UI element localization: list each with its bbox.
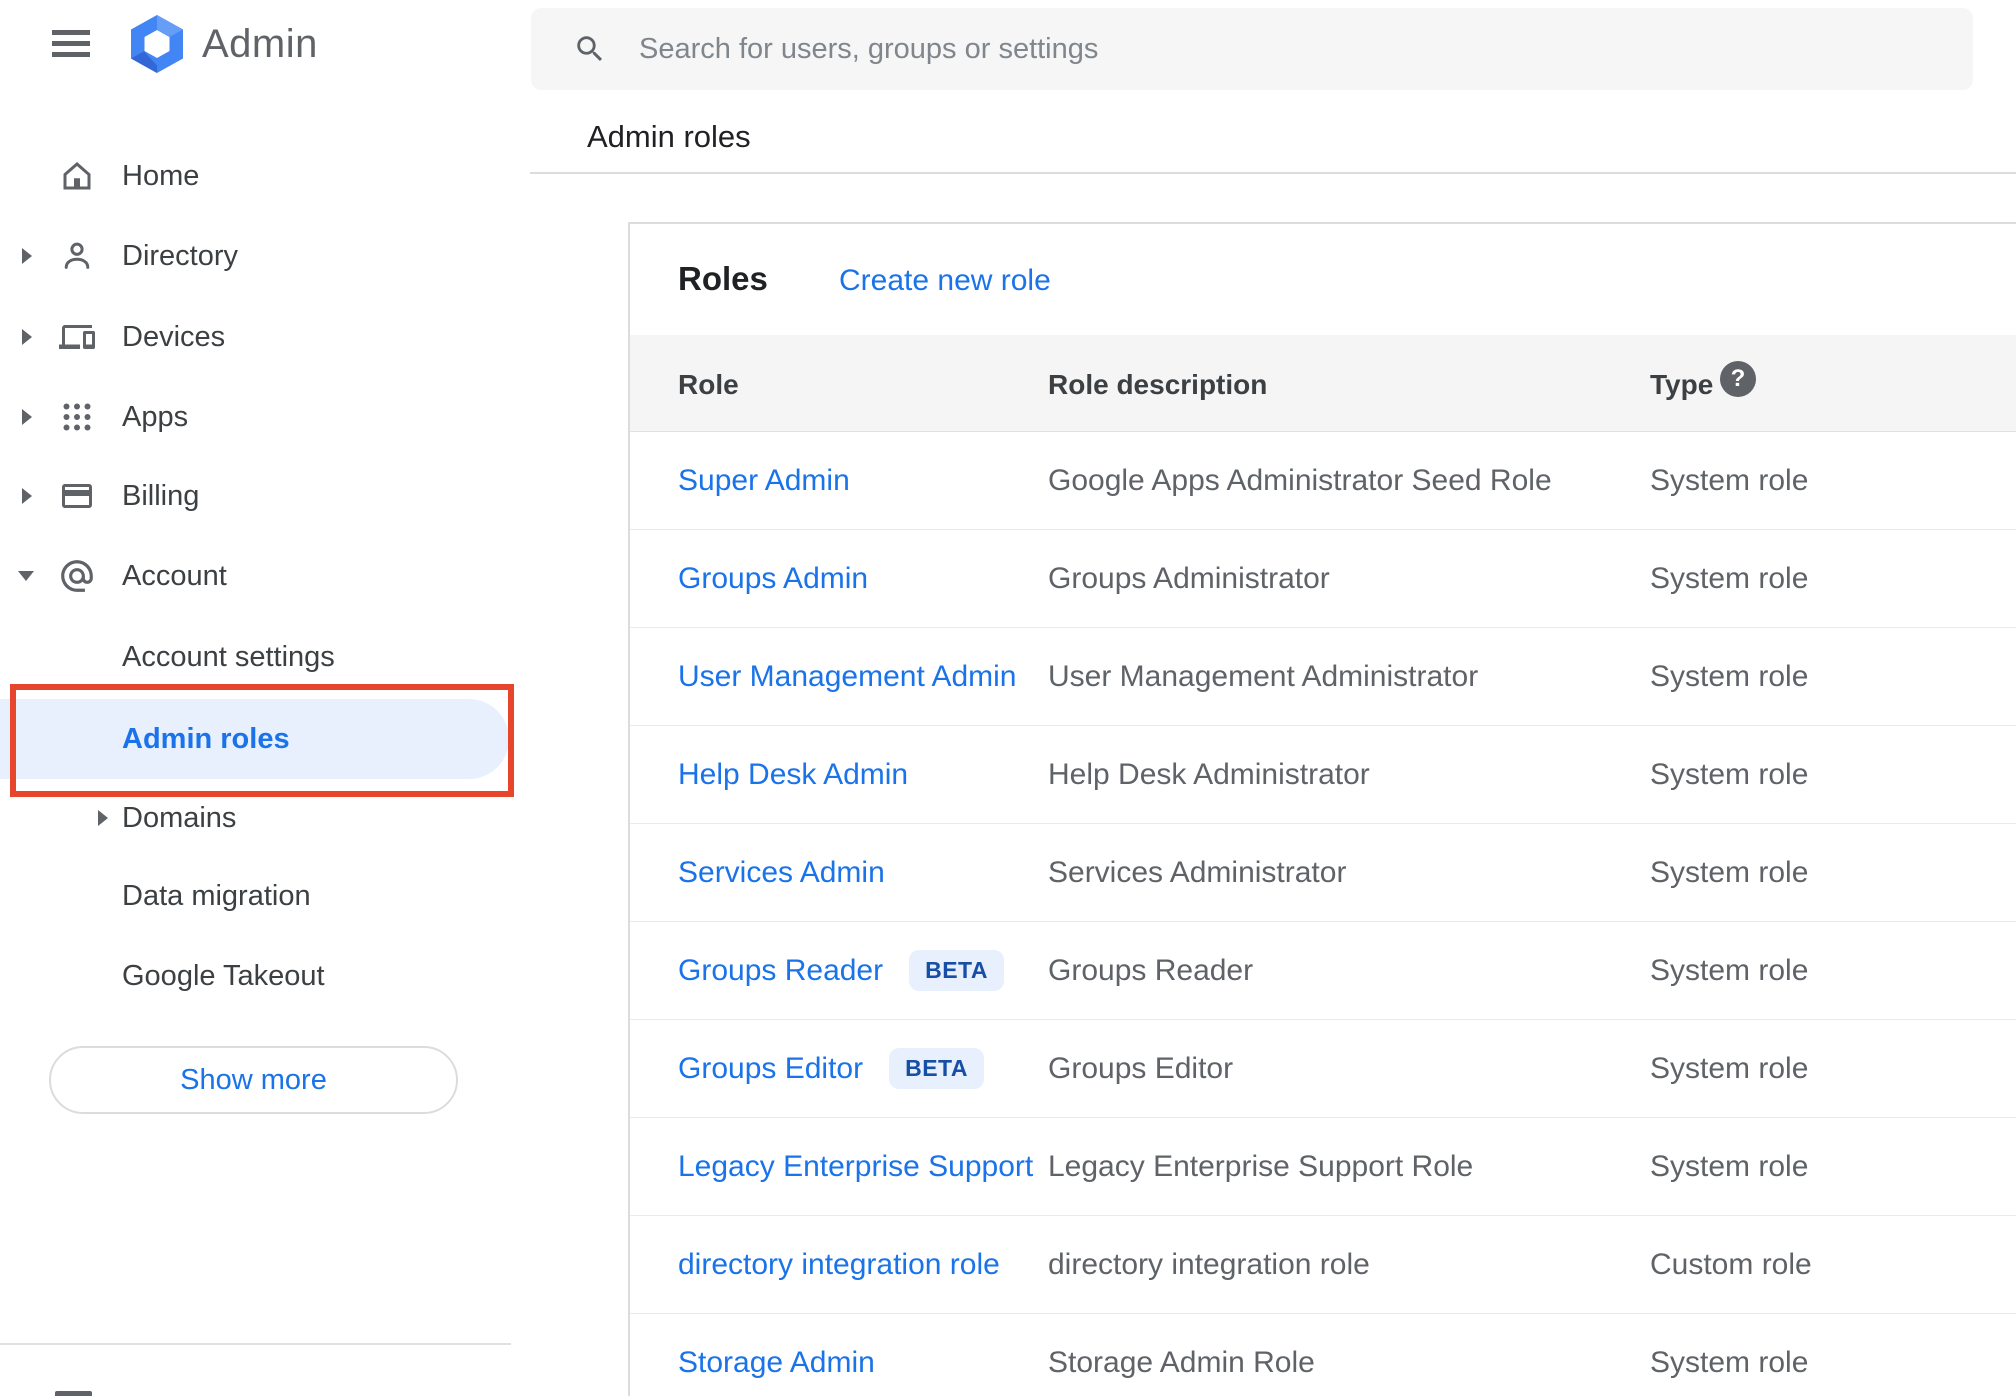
apps-grid-icon xyxy=(58,398,96,436)
search-bar[interactable] xyxy=(531,8,1973,90)
table-row: Groups Reader BETA Groups Reader System … xyxy=(630,922,2016,1020)
role-link[interactable]: Groups Admin xyxy=(678,562,868,596)
role-type: System role xyxy=(1650,855,1809,889)
header-divider xyxy=(530,172,2016,174)
card-title: Roles xyxy=(678,260,768,297)
role-type: System role xyxy=(1650,1149,1809,1183)
role-description: Services Administrator xyxy=(1048,855,1347,889)
table-row: Storage Admin Storage Admin Role System … xyxy=(630,1314,2016,1396)
expand-arrow-icon[interactable] xyxy=(22,488,32,504)
role-link[interactable]: directory integration role xyxy=(678,1248,1000,1282)
role-description: Help Desk Administrator xyxy=(1048,757,1370,791)
sidebar-item-directory[interactable]: Directory xyxy=(0,216,531,296)
role-type: System role xyxy=(1650,1345,1809,1379)
role-link[interactable]: Super Admin xyxy=(678,464,850,498)
sidebar-item-devices[interactable]: Devices xyxy=(0,297,531,377)
admin-logo[interactable]: Admin xyxy=(128,14,318,74)
role-type: System role xyxy=(1650,463,1809,497)
role-link[interactable]: Help Desk Admin xyxy=(678,758,908,792)
role-type: System role xyxy=(1650,757,1809,791)
sidebar-item-account[interactable]: Account xyxy=(0,536,531,616)
sidebar-item-google-takeout[interactable]: Google Takeout xyxy=(0,936,531,1016)
roles-card: Roles Create new role Role Role descript… xyxy=(628,222,2016,1396)
breadcrumb: Admin roles xyxy=(587,119,751,154)
hamburger-menu-icon[interactable] xyxy=(52,30,90,58)
table-row: User Management Admin User Management Ad… xyxy=(630,628,2016,726)
google-admin-console: Admin Admin roles Home Directory Devices xyxy=(0,0,2016,1396)
sidebar-item-domains[interactable]: Domains xyxy=(0,778,531,858)
home-icon xyxy=(58,157,96,195)
create-new-role-link[interactable]: Create new role xyxy=(839,264,1051,298)
sidebar-item-apps[interactable]: Apps xyxy=(0,377,531,457)
expand-arrow-icon[interactable] xyxy=(22,329,32,345)
person-icon xyxy=(58,237,96,275)
expand-arrow-icon[interactable] xyxy=(22,409,32,425)
role-link[interactable]: Storage Admin xyxy=(678,1346,875,1380)
role-link[interactable]: Services Admin xyxy=(678,856,885,890)
role-description: User Management Administrator xyxy=(1048,659,1479,693)
roles-card-header: Roles Create new role xyxy=(630,224,2016,335)
expand-arrow-icon[interactable] xyxy=(98,810,108,826)
table-row: directory integration role directory int… xyxy=(630,1216,2016,1314)
role-type: System role xyxy=(1650,659,1809,693)
role-type: System role xyxy=(1650,1051,1809,1085)
column-header-type: Type xyxy=(1650,369,1714,400)
table-row: Services Admin Services Administrator Sy… xyxy=(630,824,2016,922)
role-description: directory integration role xyxy=(1048,1247,1370,1281)
role-description: Google Apps Administrator Seed Role xyxy=(1048,463,1552,497)
sidebar-item-billing[interactable]: Billing xyxy=(0,456,531,536)
sidebar-item-home[interactable]: Home xyxy=(0,136,531,216)
column-header-description: Role description xyxy=(1048,369,1268,400)
table-row: Legacy Enterprise Support Legacy Enterpr… xyxy=(630,1118,2016,1216)
admin-hexagon-logo-icon xyxy=(131,15,183,73)
search-input[interactable] xyxy=(639,32,1839,66)
table-header-row: Role Role description Type ? xyxy=(630,335,2016,432)
beta-badge: BETA xyxy=(889,1048,984,1089)
role-description: Storage Admin Role xyxy=(1048,1345,1315,1379)
app-title: Admin xyxy=(202,21,318,66)
beta-badge: BETA xyxy=(909,950,1005,991)
role-description: Groups Administrator xyxy=(1048,561,1330,595)
table-row: Groups Editor BETA Groups Editor System … xyxy=(630,1020,2016,1118)
search-icon xyxy=(577,36,603,62)
role-description: Legacy Enterprise Support Role xyxy=(1048,1149,1474,1183)
table-row: Help Desk Admin Help Desk Administrator … xyxy=(630,726,2016,824)
role-link[interactable]: User Management Admin xyxy=(678,660,1017,694)
expand-arrow-icon[interactable] xyxy=(22,248,32,264)
collapse-arrow-icon[interactable] xyxy=(18,571,34,581)
role-link[interactable]: Groups Editor xyxy=(678,1052,863,1086)
devices-icon xyxy=(58,318,96,356)
role-link[interactable]: Legacy Enterprise Support xyxy=(678,1150,1033,1184)
sidebar-footer-divider xyxy=(0,1343,511,1345)
column-header-role: Role xyxy=(678,369,739,400)
role-type: System role xyxy=(1650,953,1809,987)
role-type: Custom role xyxy=(1650,1247,1812,1281)
partial-footer-icon xyxy=(55,1391,92,1396)
billing-card-icon xyxy=(58,477,96,515)
role-description: Groups Reader xyxy=(1048,953,1254,987)
table-row: Groups Admin Groups Administrator System… xyxy=(630,530,2016,628)
at-sign-icon xyxy=(58,557,96,595)
role-description: Groups Editor xyxy=(1048,1051,1234,1085)
role-link[interactable]: Groups Reader xyxy=(678,954,883,988)
table-row: Super Admin Google Apps Administrator Se… xyxy=(630,432,2016,530)
role-type: System role xyxy=(1650,561,1809,595)
sidebar-item-data-migration[interactable]: Data migration xyxy=(0,856,531,936)
show-more-button[interactable]: Show more xyxy=(49,1046,458,1114)
help-icon[interactable]: ? xyxy=(1720,361,1756,397)
